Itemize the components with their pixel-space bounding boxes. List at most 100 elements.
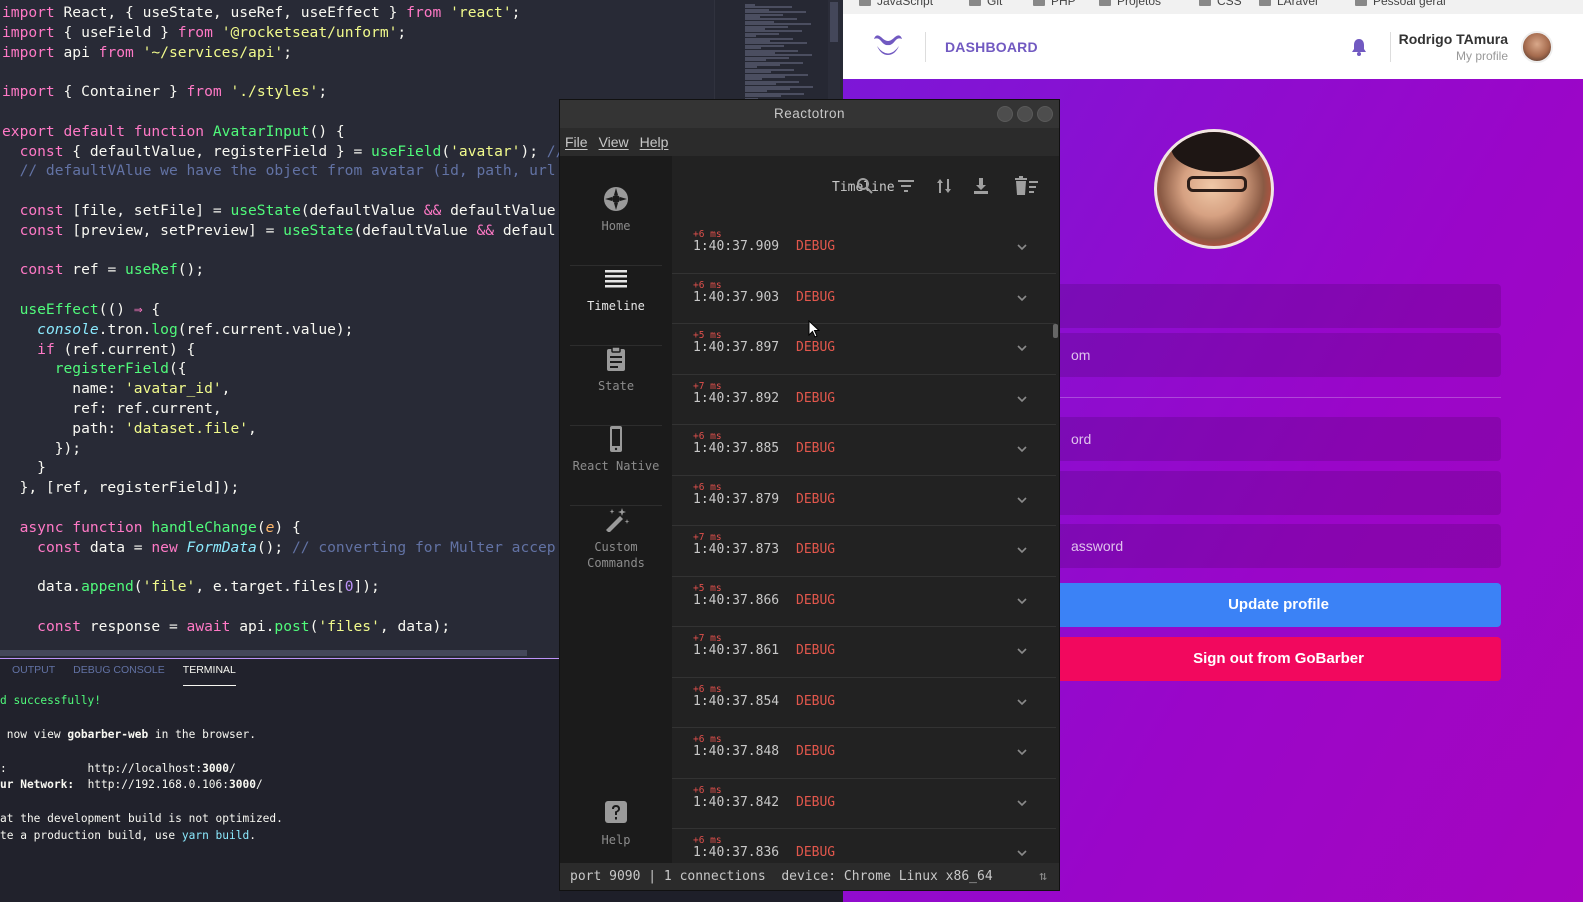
chevron-down-icon[interactable]	[1016, 495, 1028, 505]
code-line[interactable]	[2, 597, 564, 617]
chevron-down-icon[interactable]	[1016, 848, 1028, 858]
chevron-down-icon[interactable]	[1016, 697, 1028, 707]
chevron-down-icon[interactable]	[1016, 798, 1028, 808]
timeline-scrollbar[interactable]	[1053, 324, 1058, 338]
chevron-down-icon[interactable]	[1016, 747, 1028, 757]
timeline-row[interactable]: +5 ms 1:40:37.897 DEBUG	[672, 324, 1056, 375]
swap-icon[interactable]: ⇅	[1039, 863, 1047, 890]
menu-file[interactable]: File	[565, 134, 588, 150]
code-line[interactable]	[2, 557, 564, 577]
code-line[interactable]: if (ref.current) {	[2, 340, 564, 360]
download-icon[interactable]	[971, 176, 991, 196]
chevron-down-icon[interactable]	[1016, 545, 1028, 555]
code-line[interactable]: console.tron.log(ref.current.value);	[2, 320, 564, 340]
window-title[interactable]: Reactotron	[560, 100, 1059, 128]
code-line[interactable]	[2, 241, 564, 261]
code-line[interactable]	[2, 62, 564, 82]
email-field[interactable]: om	[1056, 333, 1501, 377]
terminal-output[interactable]: d successfully! now view gobarber-web in…	[0, 693, 283, 845]
my-profile-link[interactable]: My profile	[1456, 49, 1508, 63]
tab-output[interactable]: OUTPUT	[12, 664, 55, 686]
code-line[interactable]: import { useField } from '@rocketseat/un…	[2, 23, 564, 43]
update-profile-button[interactable]: Update profile	[1056, 583, 1501, 627]
confirm-password-field[interactable]: assword	[1056, 524, 1501, 568]
bookmark-folder[interactable]: JavaScript	[859, 0, 933, 8]
code-line[interactable]: // defaultVAlue we have the object from …	[2, 161, 564, 181]
menu-view[interactable]: View	[599, 134, 629, 150]
sidebar-item-custom-commands[interactable]: Custom Commands	[570, 506, 662, 594]
sidebar-item-home[interactable]: Home	[570, 186, 662, 266]
sort-icon[interactable]	[934, 176, 954, 196]
code-line[interactable]: const ref = useRef();	[2, 260, 564, 280]
minimize-button[interactable]	[997, 106, 1013, 122]
code-line[interactable]	[2, 181, 564, 201]
gobarber-logo-icon[interactable]	[871, 31, 905, 61]
code-line[interactable]	[2, 102, 564, 122]
code-line[interactable]: import React, { useState, useRef, useEff…	[2, 3, 564, 23]
timeline-row[interactable]: +7 ms 1:40:37.861 DEBUG	[672, 627, 1056, 678]
maximize-button[interactable]	[1017, 106, 1033, 122]
close-button[interactable]	[1037, 106, 1053, 122]
code-line[interactable]	[2, 498, 564, 518]
tab-terminal[interactable]: TERMINAL	[182, 664, 236, 686]
code-line[interactable]: const [file, setFile] = useState(default…	[2, 201, 564, 221]
timeline-row[interactable]: +6 ms 1:40:37.879 DEBUG	[672, 476, 1056, 526]
code-line[interactable]: const response = await api.post('files',…	[2, 617, 564, 637]
chevron-down-icon[interactable]	[1016, 343, 1028, 353]
code-line[interactable]: export default function AvatarInput() {	[2, 122, 564, 142]
code-line[interactable]: import { Container } from './styles';	[2, 82, 564, 102]
code-line[interactable]: const data = new FormData(); // converti…	[2, 538, 564, 558]
tab-debug-console[interactable]: DEBUG CONSOLE	[73, 664, 165, 686]
notifications-bell-icon[interactable]	[1351, 38, 1367, 56]
old-password-field[interactable]: ord	[1056, 417, 1501, 461]
sign-out-button[interactable]: Sign out from GoBarber	[1056, 637, 1501, 681]
timeline-row[interactable]: +6 ms 1:40:37.909 DEBUG	[672, 223, 1056, 274]
chevron-down-icon[interactable]	[1016, 596, 1028, 606]
chevron-down-icon[interactable]	[1016, 242, 1028, 252]
chevron-down-icon[interactable]	[1016, 444, 1028, 454]
code-line[interactable]: const [preview, setPreview] = useState(d…	[2, 221, 564, 241]
timeline-row[interactable]: +6 ms 1:40:37.885 DEBUG	[672, 425, 1056, 476]
timeline-row[interactable]: +6 ms 1:40:37.842 DEBUG	[672, 779, 1056, 829]
code-line[interactable]: path: 'dataset.file',	[2, 419, 564, 439]
bookmark-folder[interactable]: Projetos	[1099, 0, 1161, 8]
nav-dashboard[interactable]: DASHBOARD	[945, 39, 1038, 55]
chevron-down-icon[interactable]	[1016, 293, 1028, 303]
chevron-down-icon[interactable]	[1016, 646, 1028, 656]
code-line[interactable]: }	[2, 458, 564, 478]
name-field[interactable]	[1056, 284, 1501, 328]
timeline-row[interactable]: +6 ms 1:40:37.836 DEBUG	[672, 829, 1056, 863]
filter-icon[interactable]	[896, 176, 916, 196]
code-line[interactable]: data.append('file', e.target.files[0]);	[2, 577, 564, 597]
code-line[interactable]	[2, 280, 564, 300]
code-line[interactable]: import api from '~/services/api';	[2, 43, 564, 63]
timeline-row[interactable]: +6 ms 1:40:37.903 DEBUG	[672, 274, 1056, 324]
sidebar-item-react-native[interactable]: React Native	[570, 426, 662, 506]
timeline-row[interactable]: +6 ms 1:40:37.848 DEBUG	[672, 728, 1056, 779]
code-line[interactable]: registerField({	[2, 359, 564, 379]
code-line[interactable]: async function handleChange(e) {	[2, 518, 564, 538]
sidebar-item-state[interactable]: State	[570, 346, 662, 426]
bookmark-folder[interactable]: Pessoal geral	[1355, 0, 1446, 8]
avatar[interactable]	[1521, 31, 1553, 63]
code-line[interactable]: });	[2, 439, 564, 459]
clear-trash-icon[interactable]	[1012, 176, 1040, 196]
bookmark-folder[interactable]: LAravel	[1259, 0, 1318, 8]
bookmark-folder[interactable]: PHP	[1033, 0, 1076, 8]
code-line[interactable]: }, [ref, registerField]);	[2, 478, 564, 498]
sidebar-item-timeline[interactable]: Timeline	[570, 266, 662, 346]
new-password-field[interactable]	[1056, 471, 1501, 515]
menu-help[interactable]: Help	[640, 134, 669, 150]
code-line[interactable]: const { defaultValue, registerField } = …	[2, 142, 565, 162]
timeline-row[interactable]: +6 ms 1:40:37.854 DEBUG	[672, 678, 1056, 728]
profile-avatar-upload[interactable]	[1154, 129, 1274, 249]
code-line[interactable]: ref: ref.current,	[2, 399, 564, 419]
search-icon[interactable]	[855, 176, 875, 196]
timeline-row[interactable]: +7 ms 1:40:37.873 DEBUG	[672, 526, 1056, 577]
chevron-down-icon[interactable]	[1016, 394, 1028, 404]
sidebar-item-help[interactable]: Help	[570, 800, 662, 860]
timeline-row[interactable]: +5 ms 1:40:37.866 DEBUG	[672, 577, 1056, 627]
code-line[interactable]: name: 'avatar_id',	[2, 379, 564, 399]
timeline-row[interactable]: +7 ms 1:40:37.892 DEBUG	[672, 375, 1056, 425]
bookmark-folder[interactable]: Git	[969, 0, 1002, 8]
